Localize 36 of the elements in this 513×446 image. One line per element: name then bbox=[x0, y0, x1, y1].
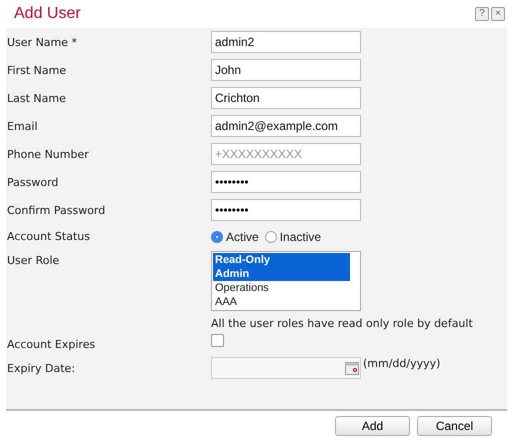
dialog-title: Add User bbox=[14, 5, 81, 23]
field-label: Last Name bbox=[6, 92, 67, 104]
field-label: Account Expires bbox=[6, 337, 96, 351]
note-text: All the user roles have read only role by default bbox=[211, 316, 473, 330]
list-option[interactable]: Operations bbox=[213, 281, 350, 295]
field-label: User Name * bbox=[6, 36, 78, 48]
list-option[interactable]: Admin bbox=[213, 267, 350, 281]
input-field[interactable]: admin2 bbox=[211, 31, 361, 53]
input-field[interactable]: Crichton bbox=[211, 87, 361, 109]
input-field[interactable]: John bbox=[211, 59, 361, 81]
cancel-button[interactable]: Cancel bbox=[417, 416, 492, 436]
field-label: Password bbox=[6, 176, 60, 188]
input-field[interactable]: admin2@example.com bbox=[211, 115, 361, 137]
radio-label: Active bbox=[226, 230, 259, 244]
add-button[interactable]: Add bbox=[335, 416, 410, 436]
field-label: Phone Number bbox=[6, 148, 90, 160]
input-field[interactable]: +XXXXXXXXXX bbox=[211, 143, 361, 165]
help-button[interactable]: ? bbox=[475, 7, 489, 21]
close-button[interactable]: × bbox=[491, 7, 505, 21]
list-option[interactable]: AAA bbox=[213, 295, 350, 309]
field-label: Email bbox=[6, 120, 39, 132]
calendar-icon[interactable] bbox=[345, 362, 359, 374]
field-label: First Name bbox=[6, 64, 68, 76]
field-label: Confirm Password bbox=[6, 204, 106, 216]
field-label: User Role bbox=[6, 254, 60, 267]
date-field[interactable] bbox=[211, 357, 361, 379]
input-field[interactable]: •••••••• bbox=[211, 171, 361, 193]
list-option[interactable]: Read-Only bbox=[213, 253, 350, 267]
field-label: Expiry Date: bbox=[6, 362, 76, 374]
field-label: Account Status bbox=[6, 230, 91, 243]
radio-button[interactable] bbox=[264, 230, 277, 242]
checkbox[interactable] bbox=[211, 334, 224, 347]
date-format-hint: (mm/dd/yyyy) bbox=[363, 356, 440, 370]
radio-label: Inactive bbox=[280, 230, 322, 244]
radio-button[interactable] bbox=[211, 230, 223, 242]
input-field[interactable]: •••••••• bbox=[211, 199, 361, 221]
